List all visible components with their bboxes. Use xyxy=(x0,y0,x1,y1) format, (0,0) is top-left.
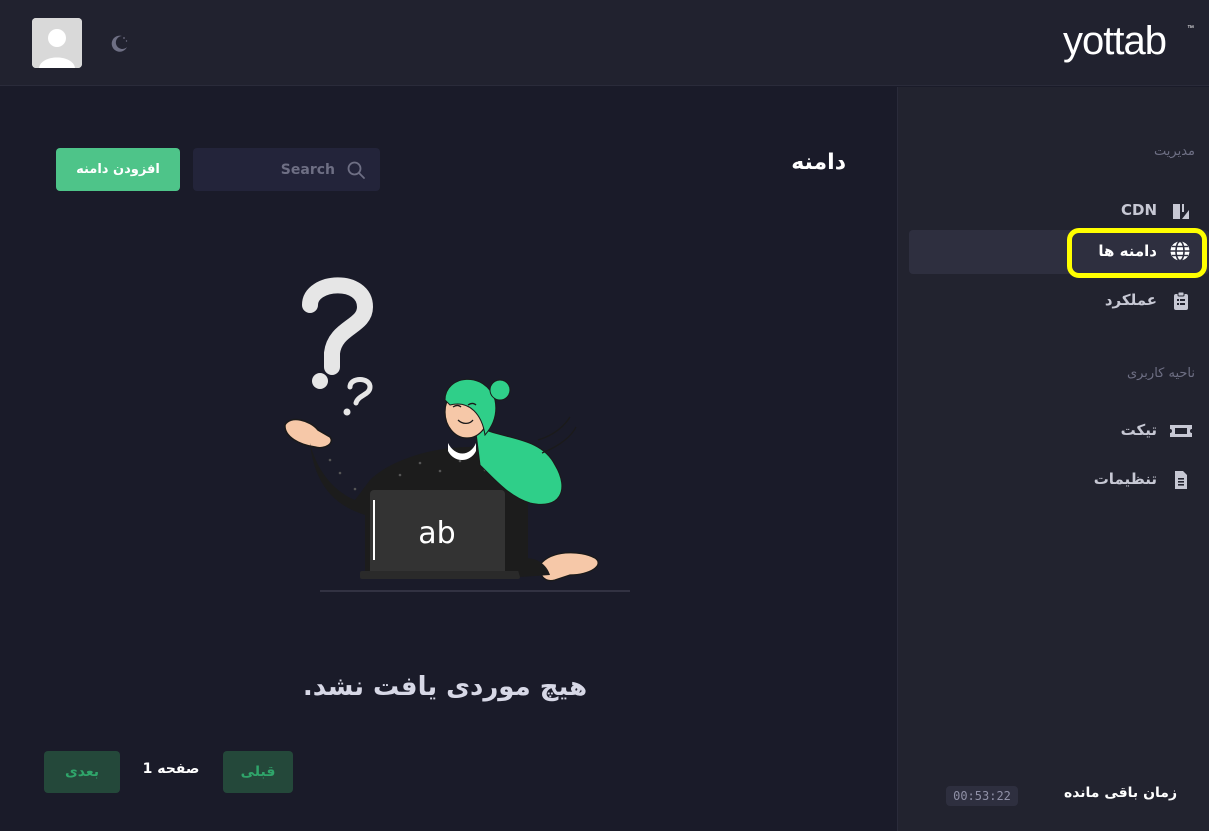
add-domain-button[interactable]: افزودن دامنه xyxy=(56,148,180,191)
sidebar: مدیریت CDN دامنه ها عملکرد ناحیه کاربری … xyxy=(897,87,1209,831)
sidebar-item-label: CDN xyxy=(1120,201,1157,219)
sidebar-item-settings[interactable]: تنظیمات xyxy=(897,458,1209,502)
top-bar: yottab ™ xyxy=(0,0,1209,86)
sidebar-item-label: تنظیمات xyxy=(1093,470,1157,488)
moon-icon[interactable] xyxy=(108,32,130,54)
sidebar-item-label: عملکرد xyxy=(1104,291,1157,309)
sidebar-item-domains[interactable]: دامنه ها xyxy=(897,230,1209,274)
logo-text: yottab xyxy=(1063,19,1166,63)
document-icon xyxy=(1171,470,1191,490)
empty-state-message: هیچ موردی یافت نشد. xyxy=(302,672,588,702)
sidebar-item-label: تیکت xyxy=(1120,421,1157,439)
previous-page-button[interactable]: قبلی xyxy=(223,751,293,793)
clipboard-icon xyxy=(1171,291,1191,311)
user-avatar-icon[interactable] xyxy=(32,18,82,68)
time-remaining-label: زمان باقی مانده xyxy=(1063,785,1177,801)
svg-text:™: ™ xyxy=(1187,25,1194,32)
sidebar-item-label: دامنه ها xyxy=(1098,242,1157,260)
globe-icon xyxy=(1170,240,1191,262)
empty-state-illustration: ab xyxy=(270,275,640,605)
ticket-icon xyxy=(1169,421,1193,441)
sidebar-item-ticket[interactable]: تیکت xyxy=(897,409,1209,453)
section-title-user-area: ناحیه کاربری xyxy=(1126,366,1195,381)
page-title: دامنه xyxy=(791,150,846,175)
search-box[interactable] xyxy=(193,148,380,191)
active-item-background xyxy=(909,230,1209,274)
next-page-button[interactable]: بعدی xyxy=(44,751,120,793)
page-indicator: صفحه 1 xyxy=(142,761,200,777)
sidebar-item-cdn[interactable]: CDN xyxy=(897,189,1209,233)
laptop-logo-text: ab xyxy=(418,516,455,551)
sidebar-item-performance[interactable]: عملکرد xyxy=(897,279,1209,323)
section-title-management: مدیریت xyxy=(1154,144,1195,159)
cdn-icon xyxy=(1171,201,1191,221)
search-icon xyxy=(346,160,366,180)
time-remaining-value: 00:53:22 xyxy=(946,786,1018,806)
yottab-logo[interactable]: yottab ™ xyxy=(1063,18,1195,64)
search-input[interactable] xyxy=(193,148,343,191)
